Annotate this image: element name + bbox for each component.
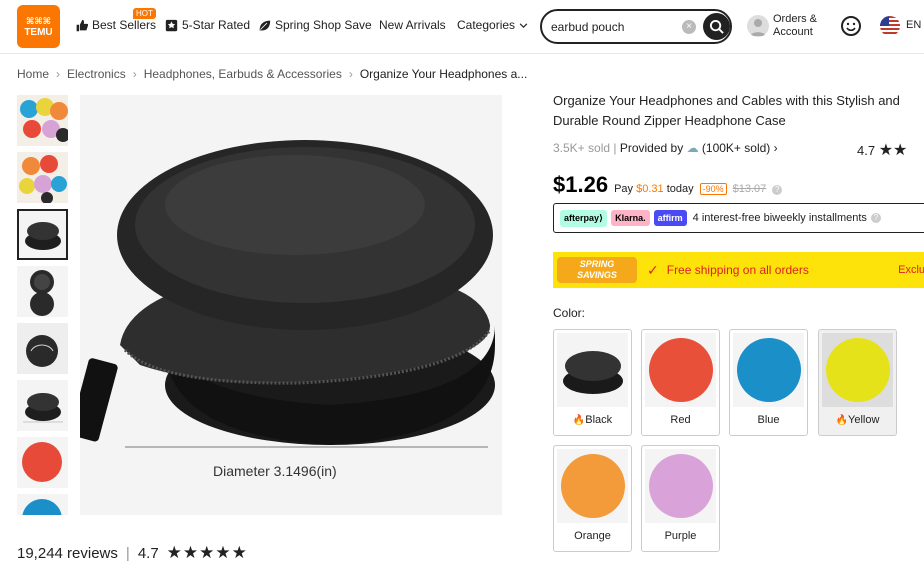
search-box[interactable]: earbud pouch ×	[540, 9, 732, 44]
red-case-thumbnail	[17, 437, 68, 488]
color-label: Color:	[553, 306, 586, 320]
black-case-thumbnail	[17, 380, 68, 431]
product-title: Organize Your Headphones and Cables with…	[553, 93, 900, 128]
support-smile-icon[interactable]	[840, 15, 862, 37]
leaf-icon	[259, 20, 271, 30]
diameter-caption: Diameter 3.1496(in)	[213, 463, 337, 479]
thumbnail-3-selected[interactable]	[17, 209, 68, 260]
colorful-cases-thumbnail	[17, 152, 68, 203]
open-case-thumbnail	[17, 266, 68, 317]
color-option-black[interactable]: 🔥Black	[553, 329, 632, 436]
exclusive-offer-text: Exclusi	[898, 264, 924, 276]
nav-five-star[interactable]: 5-Star Rated	[165, 18, 250, 32]
purple-case-swatch-image	[645, 449, 716, 523]
chevron-down-icon	[519, 22, 528, 28]
installments-text: 4 interest-free biweekly installments	[692, 212, 867, 224]
installments-banner[interactable]: afterpay⟩ Klarna. affirm 4 interest-free…	[553, 203, 924, 233]
review-count[interactable]: 19,244 reviews	[17, 545, 118, 562]
sold-count: 3.5K+ sold	[553, 141, 611, 155]
thumbnail-7[interactable]	[17, 437, 68, 488]
info-icon[interactable]: ?	[870, 213, 881, 223]
info-icon[interactable]: ?	[772, 185, 783, 195]
thumbnail-6[interactable]	[17, 380, 68, 431]
breadcrumb-current: Organize Your Headphones a...	[359, 67, 528, 81]
clear-search-icon[interactable]: ×	[682, 20, 696, 34]
pay-today: Pay $0.31 today	[614, 183, 694, 195]
colorful-cases-thumbnail	[17, 95, 68, 146]
main-product-image[interactable]: Diameter 3.1496(in)	[80, 95, 502, 515]
hot-flame-icon: 🔥	[835, 415, 849, 426]
breadcrumb-separator: ›	[132, 67, 137, 81]
hot-flame-icon: 🔥	[572, 415, 586, 426]
thumbnail-1[interactable]	[17, 95, 68, 146]
nav-best-sellers[interactable]: Best Sellers	[75, 18, 156, 32]
free-shipping-text: Free shipping on all orders	[666, 262, 809, 277]
breadcrumb: Home › Electronics › Headphones, Earbuds…	[17, 67, 527, 81]
product-meta: 3.5K+ sold | Provided by ☁ (100K+ sold) …	[553, 141, 778, 155]
black-case-swatch-image	[557, 333, 628, 407]
header: ⌘⌘⌘ TEMU Best Sellers HOT 5-Star Rated S…	[0, 0, 924, 54]
thumbnail-list	[17, 95, 69, 515]
search-input[interactable]: earbud pouch	[551, 20, 624, 34]
color-option-purple[interactable]: Purple	[641, 445, 720, 552]
us-flag-icon[interactable]	[880, 16, 900, 36]
user-avatar-icon[interactable]	[747, 15, 769, 37]
thumbnail-4[interactable]	[17, 266, 68, 317]
chevron-right-icon: ›	[773, 141, 778, 155]
hot-badge: HOT	[133, 8, 156, 19]
affirm-logo: affirm	[653, 210, 687, 226]
product-rating[interactable]: 4.7 ★★	[857, 140, 907, 160]
orders-account-link[interactable]: Orders & Account	[773, 13, 817, 39]
color-option-blue[interactable]: Blue	[729, 329, 808, 436]
breadcrumb-headphones[interactable]: Headphones, Earbuds & Accessories	[144, 67, 342, 81]
seller-logo-icon: ☁	[686, 141, 699, 155]
logo-text: TEMU	[24, 27, 53, 38]
black-case-thumbnail	[19, 211, 66, 258]
price-row: $1.26 Pay $0.31 today -90% $13.07 ?	[553, 172, 783, 198]
discount-badge: -90%	[699, 183, 727, 195]
thumbnail-2[interactable]	[17, 152, 68, 203]
original-price: $13.07	[732, 183, 767, 195]
color-option-red[interactable]: Red	[641, 329, 720, 436]
black-headphone-case-image	[80, 95, 502, 515]
breadcrumb-separator: ›	[56, 67, 61, 81]
thumbnail-5[interactable]	[17, 323, 68, 374]
breadcrumb-home[interactable]: Home	[17, 67, 49, 81]
rating-stars-icon: ★★	[878, 142, 908, 159]
nav-spring-shop[interactable]: Spring Shop Save	[258, 18, 372, 32]
temu-logo[interactable]: ⌘⌘⌘ TEMU	[17, 5, 60, 48]
color-option-orange[interactable]: Orange	[553, 445, 632, 552]
search-button[interactable]	[703, 13, 730, 40]
language-selector[interactable]: EN	[906, 19, 921, 31]
nav-new-arrivals[interactable]: New Arrivals	[379, 18, 446, 32]
breadcrumb-electronics[interactable]: Electronics	[67, 67, 126, 81]
klarna-logo: Klarna.	[611, 210, 650, 226]
check-icon: ✓	[647, 261, 659, 278]
search-icon	[709, 19, 724, 34]
blue-case-swatch-image	[733, 333, 804, 407]
color-option-yellow[interactable]: 🔥Yellow	[818, 329, 897, 436]
star-badge-icon	[165, 19, 178, 31]
thumbs-up-icon	[76, 19, 88, 31]
review-rating: 4.7	[137, 544, 159, 562]
divider: |	[125, 544, 130, 562]
promo-banner: SPRING SAVINGS ✓ Free shipping on all or…	[553, 252, 924, 288]
orange-case-swatch-image	[557, 449, 628, 523]
case-with-earbuds-thumbnail	[17, 323, 68, 374]
breadcrumb-separator: ›	[348, 67, 353, 81]
blue-case-thumbnail	[17, 494, 68, 515]
nav-categories[interactable]: Categories	[457, 18, 528, 32]
red-case-swatch-image	[645, 333, 716, 407]
yellow-case-swatch-image	[822, 333, 893, 407]
rating-stars-icon: ★★★★★	[166, 543, 248, 562]
provided-by-link[interactable]: Provided by ☁ (100K+ sold) ›	[620, 141, 778, 155]
current-price: $1.26	[553, 172, 609, 197]
reviews-summary[interactable]: 19,244 reviews | 4.7 ★★★★★	[17, 543, 248, 563]
spring-savings-badge: SPRING SAVINGS	[557, 257, 637, 283]
afterpay-logo: afterpay⟩	[560, 209, 608, 227]
thumbnail-8[interactable]	[17, 494, 68, 515]
